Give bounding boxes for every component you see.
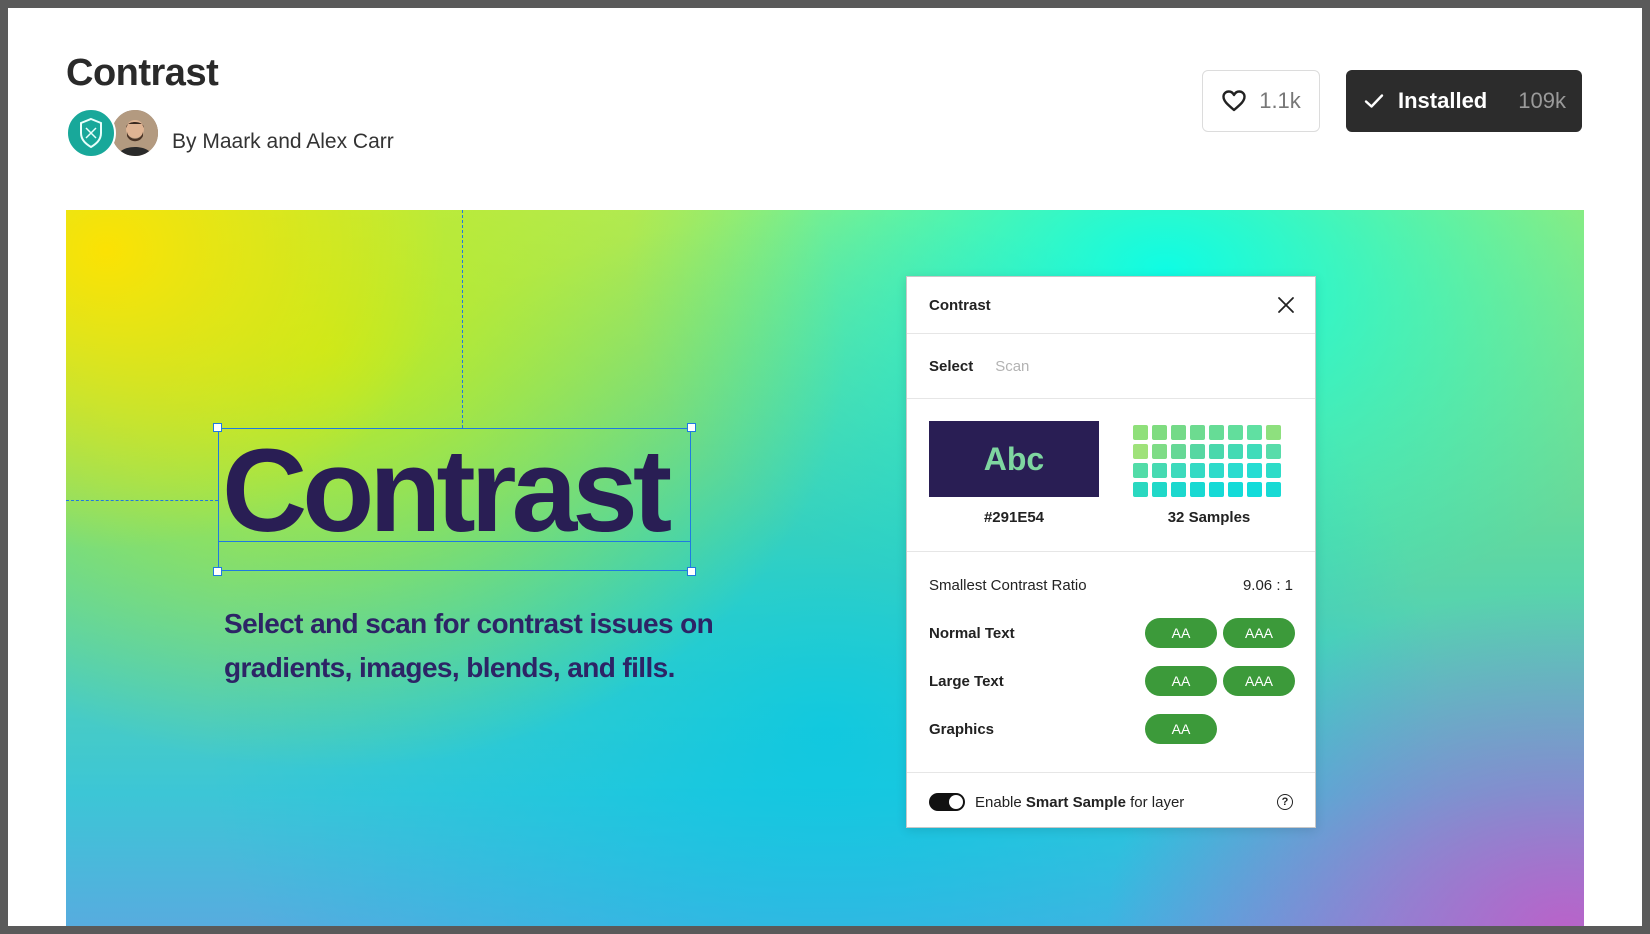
avatar-alex-carr[interactable] (110, 108, 160, 158)
row-label: Graphics (929, 720, 995, 738)
tab-select[interactable]: Select (929, 358, 973, 375)
sample-cell (1133, 444, 1148, 459)
panel-footer: Enable Smart Sample for layer ? (907, 773, 1315, 831)
sample-cell (1228, 425, 1243, 440)
page-title: Contrast (66, 52, 219, 94)
badge-aa: AA (1145, 666, 1217, 696)
panel-title: Contrast (929, 296, 991, 314)
sample-cell (1171, 425, 1186, 440)
plugin-panel: Contrast Select Scan Abc #291E54 32 Samp… (906, 276, 1316, 828)
horizontal-guide-line (66, 500, 218, 501)
sample-cell (1152, 425, 1167, 440)
sample-cell (1171, 463, 1186, 478)
tab-scan[interactable]: Scan (995, 358, 1029, 375)
hero-banner: Contrast Select and scan for contrast is… (66, 210, 1584, 926)
smart-sample-toggle[interactable] (929, 793, 965, 811)
like-count: 1.1k (1259, 88, 1301, 113)
author-credit: By Maark and Alex Carr (172, 130, 394, 153)
resize-handle-top-left (213, 423, 222, 432)
resize-handle-top-right (687, 423, 696, 432)
sample-cell (1152, 482, 1167, 497)
sample-cell (1190, 482, 1205, 497)
badge-aaa: AAA (1223, 666, 1295, 696)
row-label: Large Text (929, 672, 1004, 690)
sample-cell (1266, 463, 1281, 478)
row-label: Normal Text (929, 624, 1015, 642)
sample-cell (1266, 482, 1281, 497)
sample-cell (1228, 463, 1243, 478)
sample-cell (1209, 425, 1224, 440)
sample-cell (1209, 482, 1224, 497)
badge-aa: AA (1145, 618, 1217, 648)
text-color-swatch: Abc (929, 421, 1099, 497)
samples-count: 32 Samples (1167, 509, 1251, 526)
sample-cell (1133, 482, 1148, 497)
close-icon[interactable] (1277, 296, 1295, 314)
sample-cell (1133, 425, 1148, 440)
sample-cell (1171, 482, 1186, 497)
help-icon[interactable]: ? (1277, 794, 1293, 810)
check-icon (1364, 94, 1384, 108)
normal-text-row: Normal Text AA AAA (929, 618, 1295, 648)
text-color-hex: #291E54 (983, 509, 1045, 526)
avatar-maark[interactable] (66, 108, 116, 158)
sample-section: Abc #291E54 32 Samples (907, 399, 1315, 552)
plugin-page: Contrast By Maark and Alex Carr 1.1k Ins… (8, 8, 1642, 926)
sample-cell (1209, 444, 1224, 459)
contrast-ratio-row: Smallest Contrast Ratio 9.06 : 1 (929, 570, 1293, 600)
smart-sample-label: Enable Smart Sample for layer (975, 793, 1185, 811)
ratio-value: 9.06 : 1 (1242, 576, 1293, 594)
sample-cell (1190, 444, 1205, 459)
sample-cell (1266, 444, 1281, 459)
hero-headline: Contrast (222, 425, 672, 557)
hero-description: Select and scan for contrast issues on g… (224, 608, 714, 683)
sample-cell (1228, 444, 1243, 459)
sample-cell (1209, 463, 1224, 478)
panel-header: Contrast (907, 277, 1315, 334)
large-text-row: Large Text AA AAA (929, 666, 1295, 696)
sample-cell (1190, 463, 1205, 478)
panel-tabs: Select Scan (907, 334, 1315, 399)
like-button[interactable]: 1.1k (1202, 70, 1320, 132)
sample-cell (1152, 444, 1167, 459)
ratio-label: Smallest Contrast Ratio (929, 576, 1087, 594)
badge-aa: AA (1145, 714, 1217, 744)
install-count: 109k (1518, 88, 1566, 113)
author-avatars (66, 108, 162, 160)
installed-button[interactable]: Installed 109k (1346, 70, 1582, 132)
sample-cell (1247, 444, 1262, 459)
sample-cell (1190, 425, 1205, 440)
sample-cell (1152, 463, 1167, 478)
sample-cell (1171, 444, 1186, 459)
sample-cell (1266, 425, 1281, 440)
installed-label: Installed (1398, 88, 1488, 113)
resize-handle-bottom-right (687, 567, 696, 576)
background-sample-grid (1133, 425, 1285, 497)
vertical-guide-line (462, 210, 463, 428)
sample-cell (1228, 482, 1243, 497)
heart-icon (1222, 90, 1246, 112)
resize-handle-bottom-left (213, 567, 222, 576)
sample-cell (1133, 463, 1148, 478)
sample-cell (1247, 482, 1262, 497)
toggle-knob (949, 795, 963, 809)
sample-cell (1247, 463, 1262, 478)
sample-cell (1247, 425, 1262, 440)
badge-aaa: AAA (1223, 618, 1295, 648)
results-section: Smallest Contrast Ratio 9.06 : 1 Normal … (907, 552, 1315, 773)
graphics-row: Graphics AA (929, 714, 1293, 744)
